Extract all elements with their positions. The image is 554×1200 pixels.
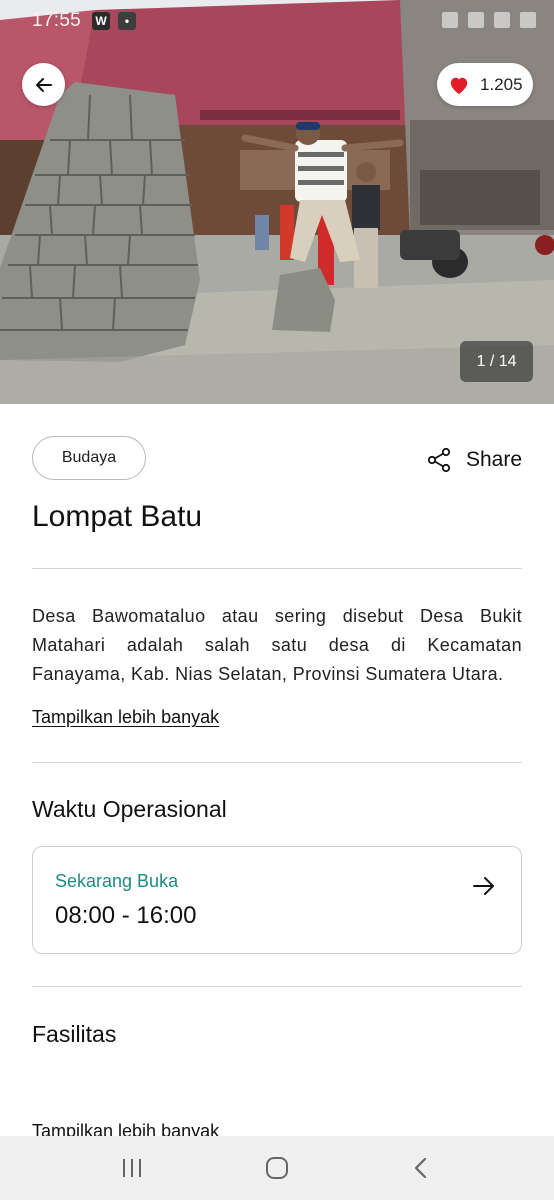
share-button[interactable]: Share	[426, 446, 522, 474]
share-label: Share	[466, 448, 523, 471]
back-button[interactable]	[22, 63, 65, 106]
alarm-icon	[442, 12, 458, 28]
share-icon	[427, 447, 451, 473]
home-icon	[266, 1157, 288, 1179]
home-button[interactable]	[257, 1150, 297, 1186]
status-bar: 17:55 W •	[0, 0, 554, 42]
system-nav-bar	[0, 1136, 554, 1200]
signal-icon	[494, 12, 510, 28]
system-back-button[interactable]	[401, 1150, 441, 1186]
arrow-left-icon	[35, 77, 52, 92]
wifi-icon	[468, 12, 484, 28]
description-text: Desa Bawomataluo atau sering disebut Des…	[32, 606, 522, 684]
like-count: 1.205	[480, 74, 523, 94]
category-chip[interactable]: Budaya	[32, 436, 146, 480]
status-time: 17:55	[32, 10, 82, 31]
like-button[interactable]: 1.205	[437, 63, 533, 106]
recents-button[interactable]	[112, 1150, 152, 1186]
app-notification-icon: W	[92, 12, 110, 30]
hours-section-title: Waktu Operasional	[32, 796, 227, 822]
show-more-description-link[interactable]: Tampilkan lebih banyak	[32, 707, 219, 728]
recents-icon	[123, 1159, 141, 1177]
hours-range: 08:00 - 16:00	[55, 902, 197, 929]
page-title: Lompat Batu	[32, 500, 203, 533]
hours-card[interactable]: Sekarang Buka 08:00 - 16:00	[32, 846, 522, 954]
image-counter: 1 / 14	[460, 341, 533, 382]
chevron-left-icon	[414, 1157, 427, 1179]
divider	[32, 762, 522, 763]
hero-photo[interactable]: 17:55 W • 1.205 1 / 14	[0, 0, 554, 404]
heart-icon	[450, 77, 468, 94]
arrow-right-icon	[473, 877, 494, 895]
facilities-section-title: Fasilitas	[32, 1021, 117, 1047]
battery-icon	[520, 12, 536, 28]
divider	[32, 568, 522, 569]
app-notification-icon: •	[118, 12, 136, 30]
status-indicators	[442, 12, 536, 28]
open-status: Sekarang Buka	[55, 871, 179, 891]
divider	[32, 986, 522, 987]
